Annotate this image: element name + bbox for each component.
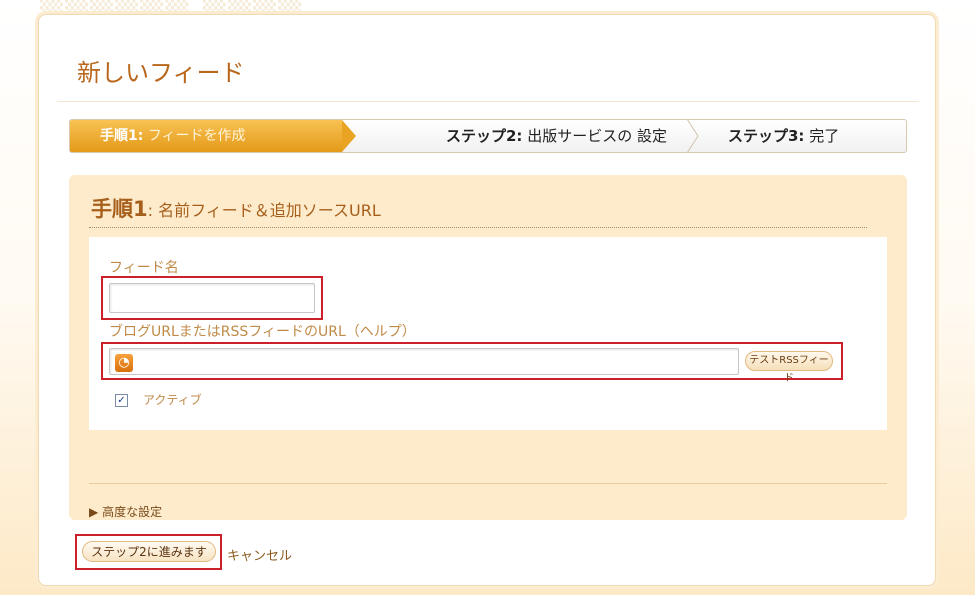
next-step-button[interactable]: ステップ2に進みます [82, 541, 216, 562]
feed-name-input[interactable] [109, 283, 315, 313]
advanced-settings-label: 高度な設定 [102, 505, 163, 519]
step-3-label: 完了 [809, 127, 840, 145]
step-2: ステップ2: 出版サービスの 設定 [446, 120, 667, 152]
rss-feed-icon: ◔ [115, 354, 133, 372]
cancel-link[interactable]: キャンセル [227, 545, 292, 564]
step-1-panel: 手順1: 名前フィード＆追加ソースURL フィード名 ブログURLまたはRSSフ… [69, 175, 907, 520]
new-feed-card: 新しいフィード 手順1: フィードを作成 ステップ2: 出版サービスの 設定 ス… [38, 14, 936, 586]
step-1-arrow [342, 120, 356, 152]
step-2-prefix: ステップ2: [446, 127, 523, 145]
advanced-divider [89, 483, 887, 484]
step-2-label: 出版サービスの 設定 [527, 127, 667, 145]
step-3: ステップ3: 完了 [728, 120, 839, 152]
step-1-current: 手順1: フィードを作成 [70, 120, 342, 152]
advanced-settings-toggle[interactable]: ▶ 高度な設定 [89, 503, 162, 520]
section-heading: 手順1: 名前フィード＆追加ソースURL [91, 193, 381, 223]
step-3-prefix: ステップ3: [728, 127, 805, 145]
step-2-arrow [687, 120, 699, 152]
feed-form: フィード名 ブログURLまたはRSSフィードのURL（ヘルプ） ◔ テストRSS… [89, 237, 887, 430]
url-label: ブログURLまたはRSSフィードのURL（ヘルプ） [109, 324, 416, 340]
triangle-right-icon: ▶ [89, 505, 99, 519]
page-title: 新しいフィード [77, 59, 245, 87]
section-divider [89, 227, 867, 228]
test-rss-button[interactable]: テストRSSフィード [745, 351, 833, 384]
active-label: アクティブ [143, 393, 202, 407]
title-divider [57, 101, 919, 102]
step-1-prefix: 手順1: [100, 128, 144, 144]
section-colon: : [147, 201, 154, 220]
url-input[interactable]: ◔ [109, 348, 739, 375]
section-title: 名前フィード＆追加ソースURL [158, 201, 381, 220]
step-progress-bar: 手順1: フィードを作成 ステップ2: 出版サービスの 設定 ステップ3: 完了 [69, 119, 907, 153]
active-checkbox[interactable]: ✓ [115, 394, 128, 407]
checkbox-checked-icon: ✓ [117, 395, 126, 406]
step-1-label: フィードを作成 [147, 128, 246, 144]
feed-name-label: フィード名 [109, 260, 179, 276]
section-number: 手順1 [91, 197, 148, 221]
